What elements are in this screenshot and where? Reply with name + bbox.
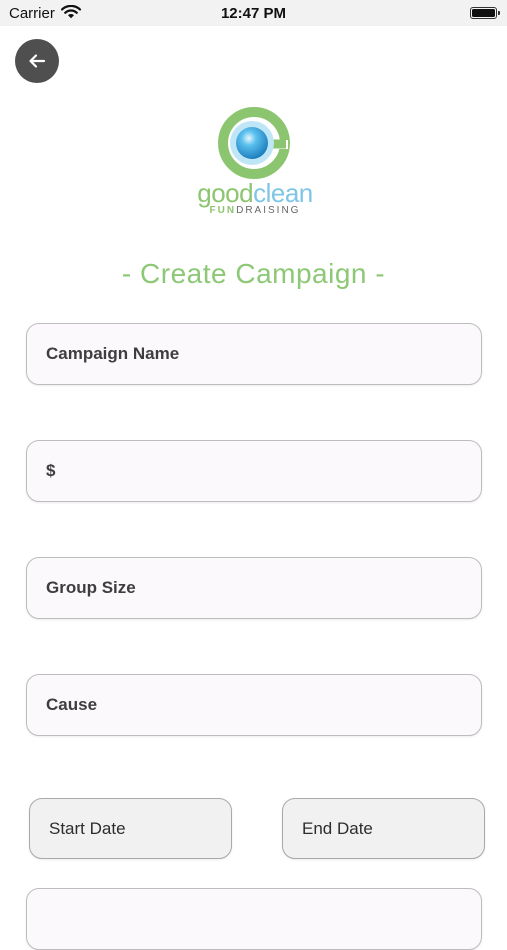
campaign-name-field[interactable]: Campaign Name xyxy=(26,323,482,385)
page-title: - Create Campaign - xyxy=(121,258,386,289)
arrow-left-icon xyxy=(29,54,46,68)
start-date-field[interactable]: Start Date xyxy=(29,798,232,859)
campaign-name-placeholder: Campaign Name xyxy=(46,344,180,363)
battery-icon xyxy=(470,7,497,19)
group-size-placeholder: Group Size xyxy=(46,578,136,597)
back-button[interactable] xyxy=(15,39,59,83)
goal-amount-field[interactable]: $ xyxy=(26,440,482,502)
goodclean-logo: goodclean FUNDRAISING xyxy=(187,107,323,219)
next-field-partial[interactable] xyxy=(26,888,482,950)
cause-field[interactable]: Cause xyxy=(26,674,482,736)
end-date-placeholder: End Date xyxy=(302,819,373,838)
status-bar: Carrier 12:47 PM xyxy=(0,0,507,26)
end-date-field[interactable]: End Date xyxy=(282,798,485,859)
goal-amount-placeholder: $ xyxy=(46,461,56,480)
group-size-field[interactable]: Group Size xyxy=(26,557,482,619)
logo-tagline: FUNDRAISING xyxy=(209,205,301,216)
status-time: 12:47 PM xyxy=(220,5,287,22)
battery-tip xyxy=(498,11,500,15)
start-date-placeholder: Start Date xyxy=(49,819,126,838)
logo-emblem xyxy=(218,107,290,179)
cause-placeholder: Cause xyxy=(46,695,98,714)
logo-wordmark: goodclean xyxy=(197,178,313,208)
